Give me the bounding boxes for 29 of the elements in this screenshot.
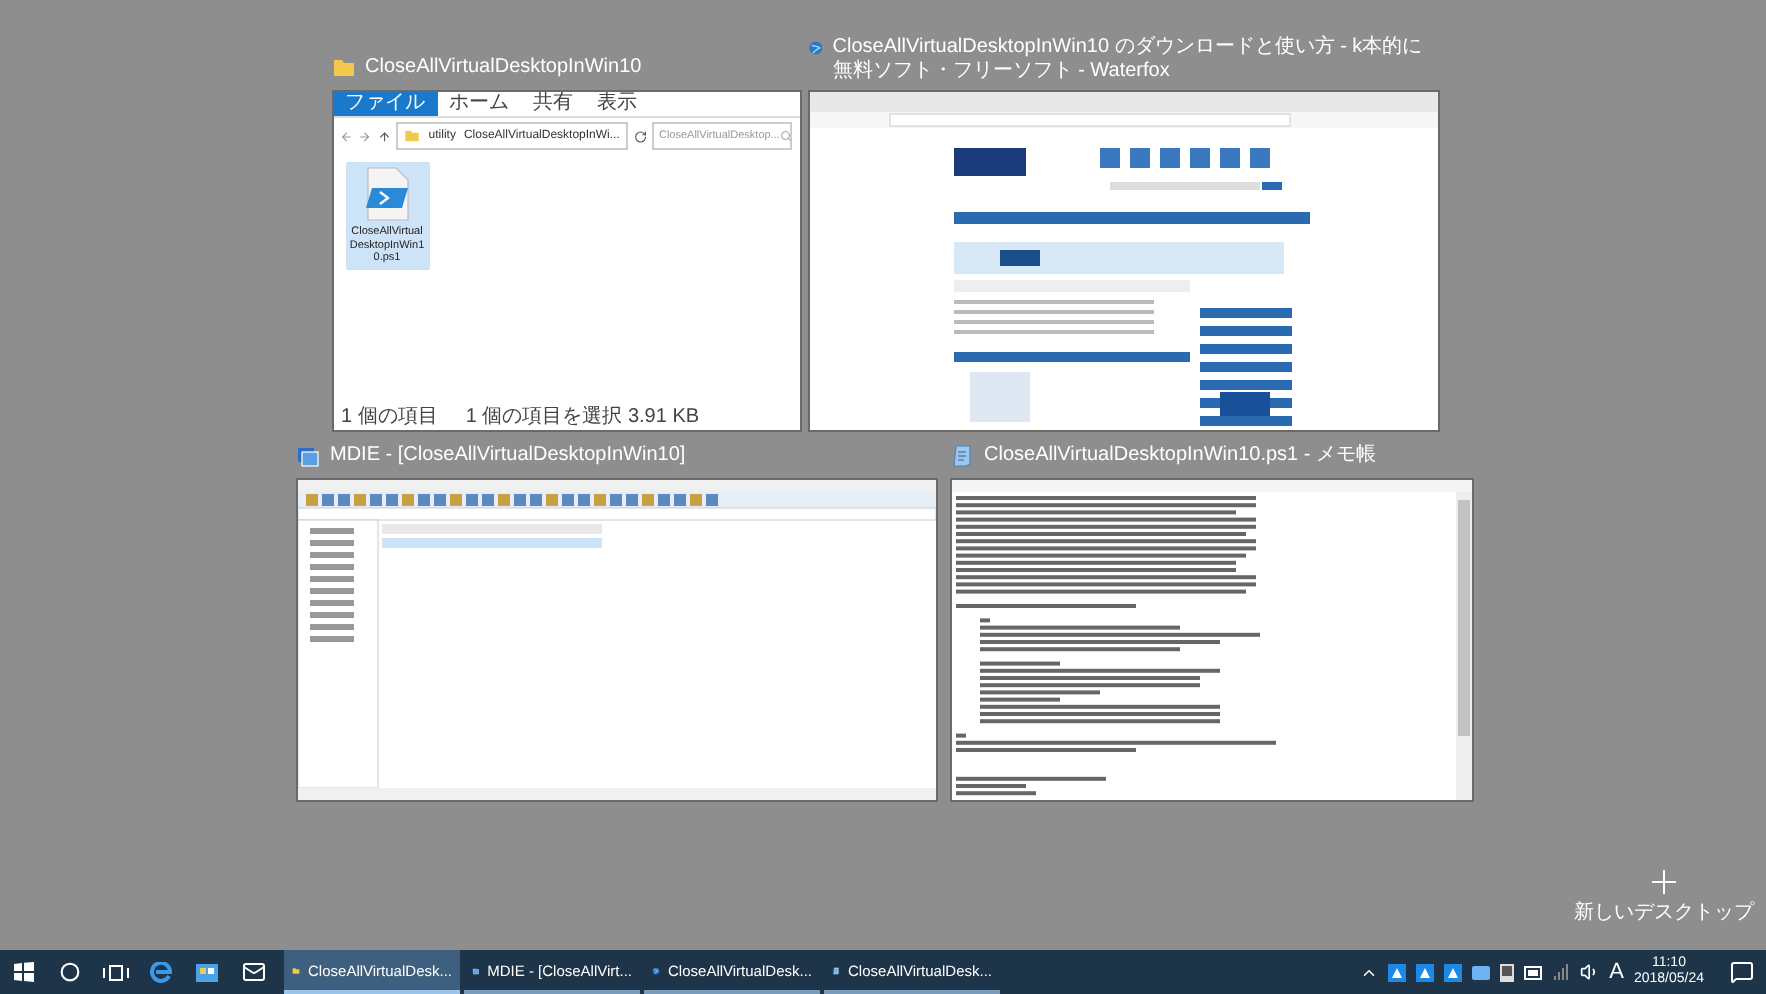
windows-logo-icon[interactable]: [13, 962, 33, 982]
ribbon-tab[interactable]: ホーム: [437, 92, 521, 116]
store-icon[interactable]: [196, 962, 218, 982]
plus-icon[interactable]: [1652, 870, 1676, 894]
notification-icon[interactable]: [1730, 960, 1754, 984]
status-text: 1 個の項目を選択 3.91 KB: [465, 406, 700, 430]
volume-icon[interactable]: [1579, 962, 1600, 982]
up-icon[interactable]: [377, 129, 391, 143]
folder-icon: [331, 56, 355, 80]
tray-app-icon[interactable]: [1471, 965, 1490, 979]
notepad-icon: [950, 444, 974, 468]
app-tray-icon[interactable]: [1443, 963, 1462, 981]
ribbon-tab[interactable]: 表示: [585, 92, 649, 116]
battery-icon[interactable]: [1523, 965, 1544, 979]
browser-e-icon[interactable]: [150, 961, 172, 983]
globe-icon: [807, 36, 823, 60]
mail-icon[interactable]: [241, 960, 265, 984]
ribbon-tab[interactable]: 共有: [521, 92, 585, 116]
app-tray-icon[interactable]: [1387, 963, 1406, 981]
folder-icon: [404, 128, 421, 144]
network-icon[interactable]: [1553, 964, 1570, 980]
status-text: 1 個の項目: [341, 406, 438, 430]
ribbon-tab[interactable]: ファイル: [333, 92, 437, 116]
device-icon[interactable]: [1499, 963, 1514, 981]
windows-icon: [296, 444, 320, 468]
refresh-icon[interactable]: [633, 129, 647, 143]
input-mode-indicator[interactable]: A: [1609, 960, 1624, 984]
task-view-icon[interactable]: [101, 963, 129, 981]
app-tray-icon[interactable]: [1415, 963, 1434, 981]
